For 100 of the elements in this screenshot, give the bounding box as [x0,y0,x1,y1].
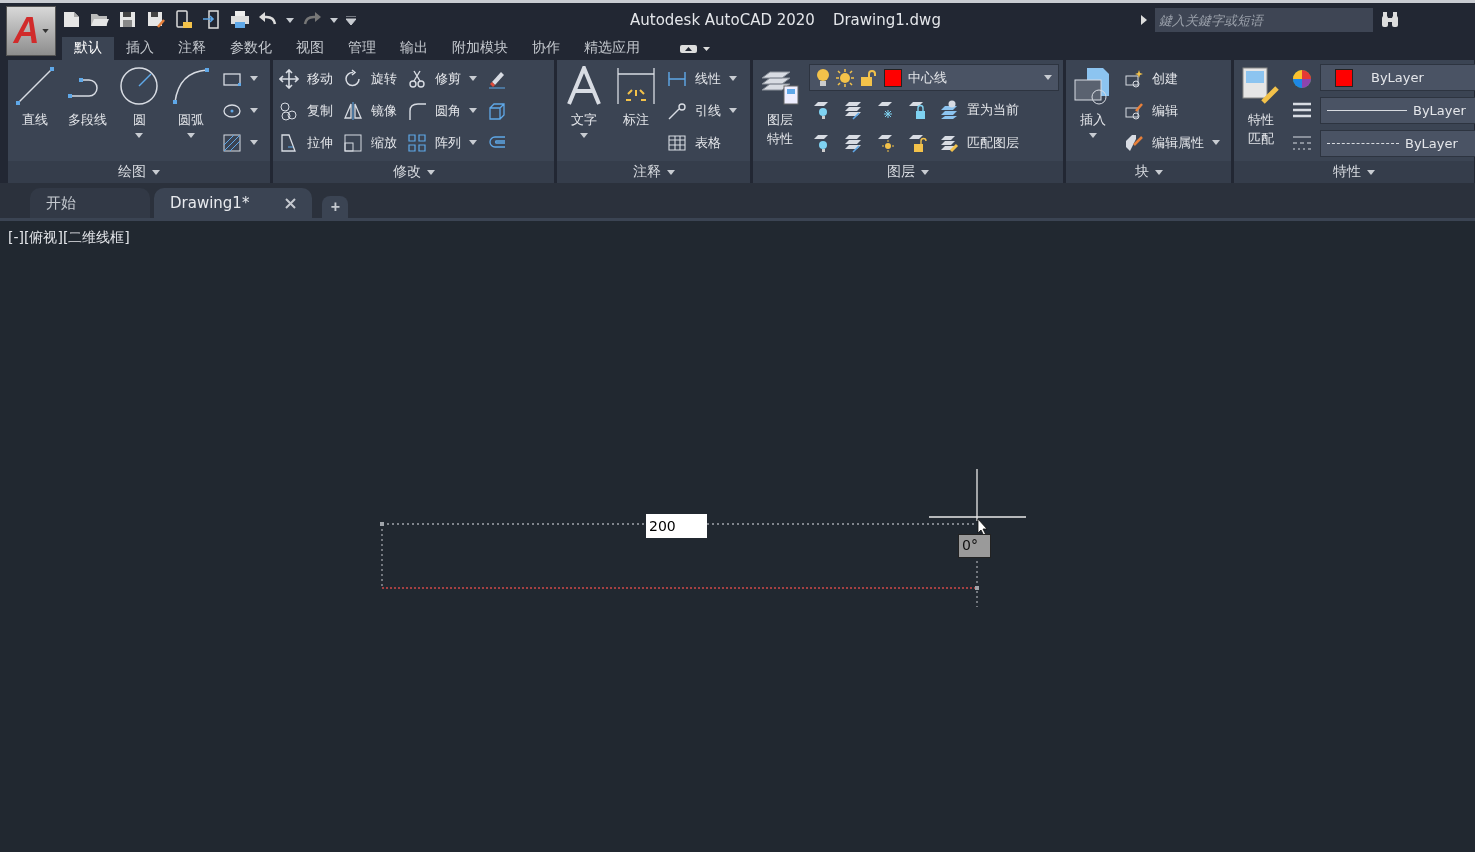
panel-title[interactable]: 绘图 [8,161,270,183]
table-icon [667,132,687,153]
document-tab[interactable]: 开始 [30,188,150,218]
caret-icon [469,76,477,81]
tool-button[interactable]: 多段线 [64,64,110,161]
ribbon-tab[interactable]: 输出 [388,37,440,60]
line-sample [1327,143,1399,144]
tool-button[interactable]: 置为当前 [937,95,1021,124]
copy-icon [279,100,299,121]
tool-button[interactable]: 插入 [1070,64,1116,161]
ribbon-tab[interactable]: 协作 [520,37,572,60]
caret-icon [250,76,258,81]
linetype-dropdown[interactable]: ByLayer [1320,130,1475,157]
tool-button[interactable]: 创建 [1122,64,1222,93]
caret-icon [921,169,929,175]
save-icon[interactable] [118,10,138,30]
caret-icon [666,169,675,175]
panel-title[interactable]: 块 [1066,161,1231,183]
tool-button[interactable]: 图层特性 [757,64,803,161]
caret-icon [469,108,477,113]
scissors-icon [407,68,427,89]
fillet-icon [407,100,427,121]
leader-icon [667,100,687,121]
stretch-icon [279,132,299,153]
device-icon[interactable] [174,10,194,30]
tool-button[interactable]: 圆 [116,64,162,161]
mirror-icon [343,100,363,121]
scale-icon [343,132,363,153]
binoculars-icon[interactable] [1380,12,1399,28]
ribbon-tab[interactable]: 管理 [336,37,388,60]
tool-button[interactable]: 圆弧 [168,64,214,161]
ribbon-tab[interactable]: 视图 [284,37,336,60]
tool-button[interactable]: 表格 [665,128,739,157]
tool-button[interactable]: 特性匹配 [1238,64,1284,161]
bulb-icon [816,67,830,88]
caret-icon [330,17,338,23]
tool-button[interactable]: 旋转 [341,64,399,93]
tool-button[interactable]: 圆角 [405,96,479,125]
tool-button[interactable]: 标注 [613,64,659,161]
expand-icon[interactable] [1140,15,1147,25]
customize-icon[interactable] [346,15,356,25]
panel-title[interactable]: 注释 [557,161,750,183]
caret-icon [1367,169,1375,175]
tool-button[interactable]: 引线 [665,96,739,125]
dimension-input[interactable]: 200 [646,514,707,538]
print-icon[interactable] [230,10,250,30]
search-field[interactable]: 鍵入关鍵字或短语 [1154,8,1373,32]
caret-icon [426,169,435,175]
tool-button[interactable]: 复制 [277,96,335,125]
hatch-icon [222,132,242,153]
save-as-icon[interactable] [146,10,166,30]
close-icon[interactable] [285,197,297,209]
tool-button[interactable]: 缩放 [341,128,399,157]
tool-button[interactable]: 镜像 [341,96,399,125]
ribbon-tab[interactable]: 插入 [114,37,166,60]
color-dropdown[interactable]: ByLayer [1320,64,1475,91]
viewport-label[interactable]: [-][俯视][二维线框] [8,229,130,247]
tool-button[interactable]: 线性 [665,64,739,93]
tool-button[interactable]: 文字 [561,64,607,161]
ribbon-tab[interactable]: 参数化 [218,37,284,60]
unlock-icon [907,132,927,153]
caret-icon [250,140,258,145]
panel-title[interactable]: 修改 [273,161,554,183]
document-tab[interactable]: Drawing1* [154,188,313,218]
caret-icon [729,76,737,81]
panel-title[interactable]: 图层 [753,161,1063,183]
monitor-brush-icon [1241,66,1281,106]
arc-icon [171,66,211,106]
new-tab-button[interactable]: + [322,196,349,218]
caret-icon [1212,140,1220,145]
caret-icon [1044,75,1052,80]
tool-button[interactable]: 直线 [12,64,58,161]
panel-toggle-icon[interactable] [680,43,710,54]
tool-button[interactable]: 移动 [277,64,335,93]
color-wheel-icon [1292,68,1312,89]
angle-tooltip: 0° [958,534,991,558]
caret-icon [250,108,258,113]
caret-icon [286,17,294,23]
ribbon-tab[interactable]: 精选应用 [572,37,652,60]
cube-icon [487,100,507,121]
tool-button[interactable]: 编辑 [1122,96,1222,125]
tool-button[interactable]: 拉伸 [277,128,335,157]
layer-dropdown[interactable]: 中心线 [809,64,1059,91]
lineweight-dropdown[interactable]: ByLayer [1320,97,1475,124]
tool-button[interactable]: 编辑属性 [1122,128,1222,157]
text-icon [564,66,604,106]
caret-icon [469,140,477,145]
tool-button[interactable]: 匹配图层 [937,128,1021,157]
tool-button[interactable]: 修剪 [405,64,479,93]
import-icon[interactable] [202,10,222,30]
caret-icon [1154,169,1163,175]
block-star-icon [1124,68,1144,89]
line-icon [15,66,55,106]
ribbon-tab[interactable]: 附加模块 [440,37,520,60]
tool-button[interactable]: 阵列 [405,128,479,157]
ribbon-tab[interactable]: 注释 [166,37,218,60]
dimension-icon [616,66,656,106]
panel-title[interactable]: 特性 [1234,161,1474,183]
ribbon-tab[interactable]: 默认 [62,37,114,60]
new-file-icon[interactable] [62,10,82,30]
